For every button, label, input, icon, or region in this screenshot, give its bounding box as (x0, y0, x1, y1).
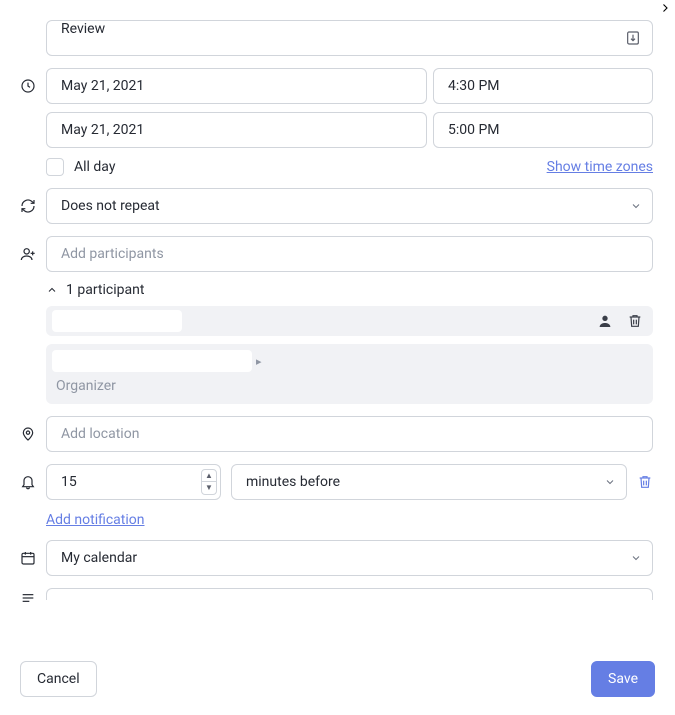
notification-value: 15 (61, 474, 77, 490)
notification-value-input[interactable]: 15 (46, 464, 221, 500)
end-date-input[interactable]: May 21, 2021 (46, 112, 427, 148)
title-value: Review (61, 21, 105, 37)
description-input[interactable]: Add description (46, 588, 653, 600)
calendar-icon (20, 540, 46, 566)
participants-summary: 1 participant (66, 282, 144, 298)
chevron-up-icon (46, 284, 58, 296)
location-icon (20, 416, 46, 442)
stepper-up[interactable]: ▲ (202, 470, 216, 482)
repeat-value: Does not repeat (61, 198, 160, 214)
clock-icon (20, 68, 46, 94)
notification-unit-value: minutes before (246, 474, 340, 490)
chevron-down-icon (630, 552, 642, 564)
description-icon (20, 588, 46, 606)
checkbox-box (46, 158, 64, 176)
calendar-value: My calendar (61, 550, 137, 566)
participants-input[interactable]: Add participants (46, 236, 653, 272)
remove-participant-icon[interactable] (627, 313, 643, 329)
description-placeholder: Add description (61, 599, 159, 601)
title-input[interactable]: Review (46, 20, 653, 56)
number-stepper: ▲ ▼ (201, 469, 217, 495)
participants-icon (20, 236, 46, 262)
start-date-input[interactable]: May 21, 2021 (46, 68, 427, 104)
add-notification-link[interactable]: Add notification (46, 512, 145, 528)
notification-unit-select[interactable]: minutes before (231, 464, 627, 500)
all-day-checkbox[interactable]: All day (46, 158, 115, 176)
participants-toggle[interactable]: 1 participant (46, 282, 653, 298)
participant-chip[interactable] (52, 310, 182, 332)
organizer-row: ▸ Organizer (46, 344, 653, 404)
save-title-icon[interactable] (621, 26, 645, 50)
footer-bar: Cancel Save (0, 643, 675, 715)
participants-placeholder: Add participants (61, 246, 164, 262)
repeat-icon (20, 188, 46, 214)
organizer-chip[interactable] (52, 350, 252, 372)
show-timezones-link[interactable]: Show time zones (547, 159, 653, 175)
participant-row (46, 306, 653, 336)
end-time-input[interactable]: 5:00 PM (433, 112, 653, 148)
start-time-value: 4:30 PM (448, 78, 500, 94)
save-label: Save (608, 671, 638, 687)
chevron-down-icon (630, 200, 642, 212)
cancel-button[interactable]: Cancel (20, 661, 97, 697)
calendar-select[interactable]: My calendar (46, 540, 653, 576)
organizer-label: Organizer (52, 372, 643, 396)
stepper-down[interactable]: ▼ (202, 482, 216, 494)
contact-icon[interactable] (597, 313, 613, 329)
expand-arrow-icon[interactable] (659, 2, 671, 14)
start-date-value: May 21, 2021 (61, 78, 144, 94)
chip-caret-icon: ▸ (256, 356, 262, 367)
repeat-select[interactable]: Does not repeat (46, 188, 653, 224)
start-time-input[interactable]: 4:30 PM (433, 68, 653, 104)
end-date-value: May 21, 2021 (61, 122, 144, 138)
cancel-label: Cancel (37, 671, 80, 687)
location-input[interactable]: Add location (46, 416, 653, 452)
all-day-label: All day (74, 159, 115, 175)
chevron-down-icon (604, 476, 616, 488)
delete-notification-button[interactable] (637, 474, 653, 490)
notification-icon (20, 464, 46, 490)
location-placeholder: Add location (61, 426, 139, 442)
save-button[interactable]: Save (591, 661, 655, 697)
end-time-value: 5:00 PM (448, 122, 500, 138)
